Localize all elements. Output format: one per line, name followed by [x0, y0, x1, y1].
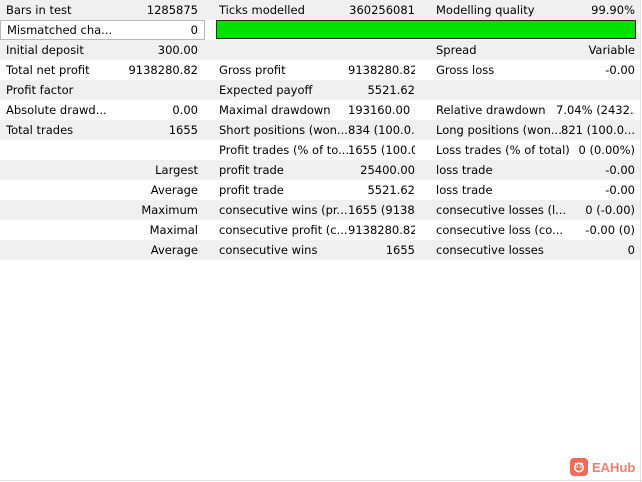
- bars-in-test-value: 1285875: [146, 3, 198, 17]
- report-row-drawdown: Absolute drawd... 0.00 Maximal drawdown …: [0, 100, 640, 120]
- panel-right-border: [640, 0, 641, 482]
- empty-value: [556, 80, 635, 100]
- report-row-maximal: Maximal consecutive profit (c... 9138280…: [0, 220, 640, 240]
- initial-deposit-value: 300.00: [157, 43, 198, 57]
- mismatched-charts-box: Mismatched cha... 0: [0, 20, 205, 40]
- expected-payoff-value: 5521.62: [367, 83, 415, 97]
- total-trades-value: 1655: [168, 123, 198, 137]
- short-positions-label: Short positions (won...: [219, 123, 348, 137]
- average-loss-trade-value: -0.00: [605, 183, 635, 197]
- empty-label: [219, 40, 365, 60]
- expected-payoff-label: Expected payoff: [219, 83, 313, 97]
- gross-loss-value: -0.00: [605, 63, 635, 77]
- average-profit-trade-label: profit trade: [219, 183, 284, 197]
- report-row-average: Average profit trade 5521.62 loss trade …: [0, 180, 640, 200]
- average-consecutive-wins-label: consecutive wins: [219, 243, 318, 257]
- average-label: Average: [150, 183, 198, 197]
- max-consecutive-losses-value: 0 (-0.00): [585, 203, 635, 217]
- maximal-label: Maximal: [149, 223, 198, 237]
- eahub-watermark-text: EAHub: [592, 459, 636, 475]
- report-row-total-trades: Total trades 1655 Short positions (won..…: [0, 120, 640, 140]
- panel-bottom-border: [0, 480, 642, 481]
- largest-profit-trade-value: 25400.00: [360, 163, 415, 177]
- average-consecutive-losses-value: 0: [627, 243, 635, 257]
- report-row-profit-trades: Profit trades (% of to... 1655 (100.0...…: [0, 140, 640, 160]
- long-positions-value: 821 (100.0...: [561, 123, 635, 137]
- maximal-drawdown-label: Maximal drawdown: [219, 103, 331, 117]
- short-positions-value: 834 (100.0...: [348, 123, 415, 137]
- profit-factor-value: [60, 80, 198, 100]
- largest-profit-trade-label: profit trade: [219, 163, 284, 177]
- report-row-net-profit: Total net profit 9138280.82 Gross profit…: [0, 60, 640, 80]
- report-row-mismatched: Mismatched cha... 0: [0, 20, 640, 40]
- empty-value: [60, 140, 198, 160]
- report-row-bars: Bars in test 1285875 Ticks modelled 3602…: [0, 0, 640, 20]
- spread-value: Variable: [588, 43, 635, 57]
- mismatched-charts-label: Mismatched cha...: [7, 23, 113, 37]
- modelling-quality-value: 99.90%: [591, 3, 635, 17]
- total-net-profit-value: 9138280.82: [128, 63, 198, 77]
- profit-trades-value: 1655 (100.0...: [348, 143, 415, 157]
- relative-drawdown-value: 7.04% (2432...: [556, 103, 635, 117]
- max-consecutive-wins-value: 1655 (9138...: [348, 203, 415, 217]
- mismatched-charts-value: 0: [190, 23, 198, 37]
- ticks-modelled-value: 360256081: [349, 3, 415, 17]
- largest-loss-trade-value: -0.00: [605, 163, 635, 177]
- maximum-label: Maximum: [141, 203, 198, 217]
- modelling-quality-bar: [216, 20, 636, 39]
- report-row-maximum: Maximum consecutive wins (pr... 1655 (91…: [0, 200, 640, 220]
- max-consecutive-wins-label: consecutive wins (pr...: [219, 203, 348, 217]
- loss-trades-value: 0 (0.00%): [578, 143, 635, 157]
- maximal-consecutive-profit-label: consecutive profit (c...: [219, 223, 348, 237]
- backtest-report-table: Bars in test 1285875 Ticks modelled 3602…: [0, 0, 640, 260]
- average-consecutive-label: Average: [150, 243, 198, 257]
- average-consecutive-wins-value: 1655: [385, 243, 415, 257]
- ticks-modelled-label: Ticks modelled: [219, 3, 305, 17]
- report-row-average-consecutive: Average consecutive wins 1655 consecutiv…: [0, 240, 640, 260]
- maximal-consecutive-profit-value: 9138280.82...: [348, 223, 415, 237]
- average-profit-trade-value: 5521.62: [367, 183, 415, 197]
- report-row-largest: Largest profit trade 25400.00 loss trade…: [0, 160, 640, 180]
- eahub-watermark: EAHub: [570, 457, 635, 477]
- maximal-consecutive-loss-value: -0.00 (0): [585, 223, 635, 237]
- absolute-drawdown-value: 0.00: [172, 103, 198, 117]
- profit-trades-label: Profit trades (% of to...: [219, 143, 350, 157]
- largest-label: Largest: [155, 163, 198, 177]
- gross-profit-value: 9138280.82: [348, 63, 415, 77]
- empty-value: [348, 40, 415, 60]
- report-row-profit-factor: Profit factor Expected payoff 5521.62: [0, 80, 640, 100]
- eahub-logo-icon: [570, 458, 588, 476]
- maximal-drawdown-value: 193160.00 (...: [348, 103, 415, 117]
- report-row-deposit: Initial deposit 300.00 Spread Variable: [0, 40, 640, 60]
- gross-profit-label: Gross profit: [219, 63, 286, 77]
